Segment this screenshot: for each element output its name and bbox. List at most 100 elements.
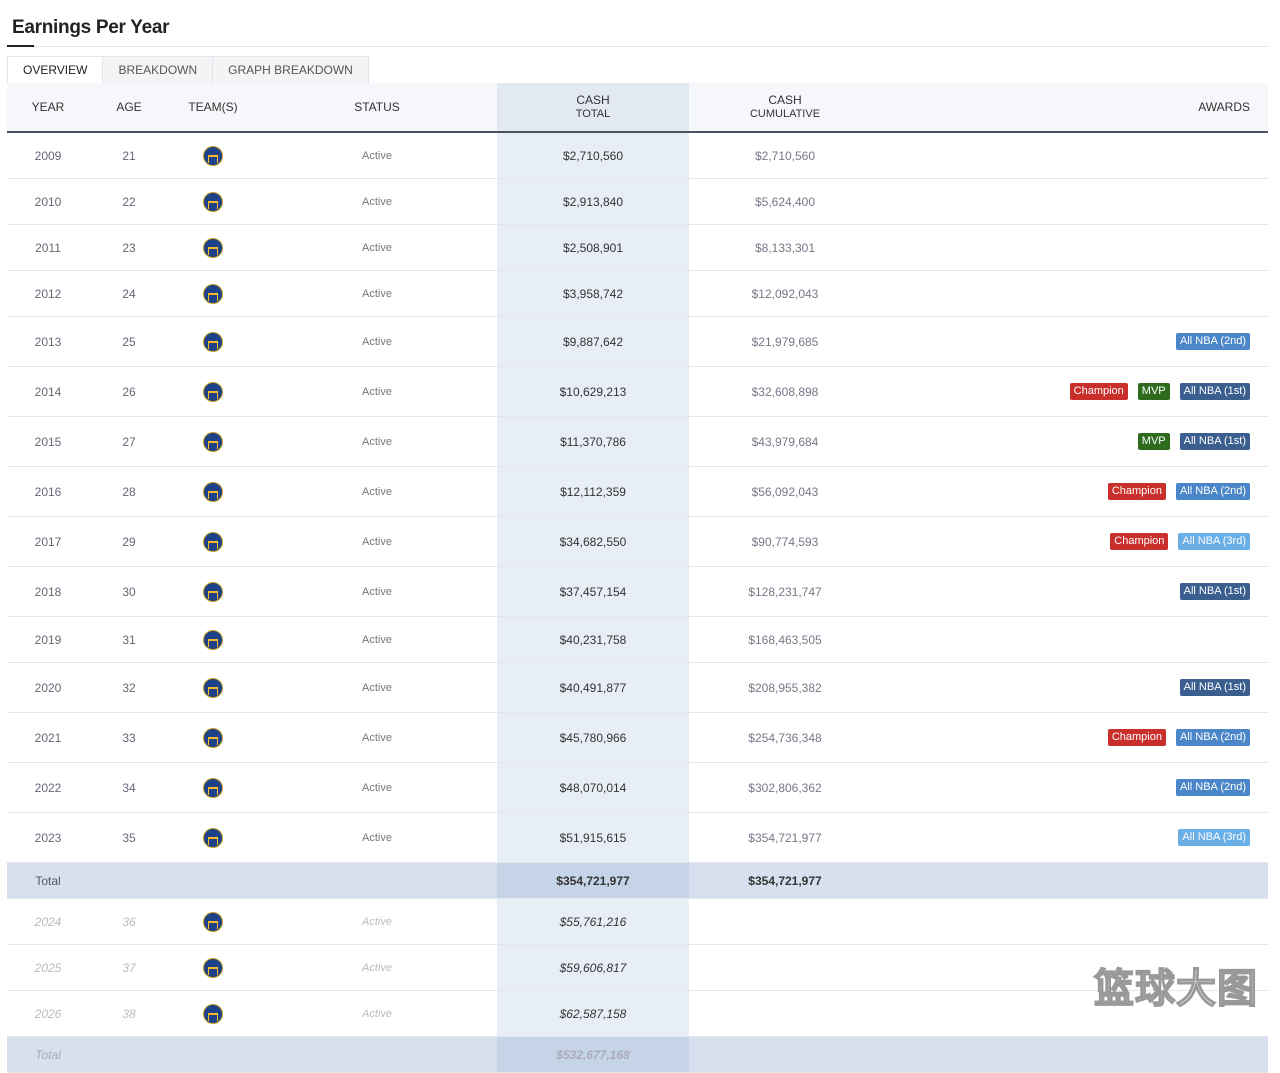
total-row: Total $354,721,977 $354,721,977 (7, 862, 1268, 899)
team-logo-icon[interactable] (203, 957, 223, 978)
team-cell (169, 566, 257, 617)
col-cash-cumulative[interactable]: CASH CUMULATIVE (689, 83, 881, 133)
award-badge: All NBA (1st) (1179, 383, 1250, 400)
team-logo-icon[interactable] (203, 677, 223, 698)
team-logo-icon[interactable] (203, 581, 223, 602)
year-cell: 2022 (7, 762, 89, 813)
award-badge: Champion (1107, 483, 1166, 500)
empty-cell (881, 1036, 1268, 1073)
year-cell: 2009 (7, 132, 89, 179)
table-row: 2016 28 Active $12,112,359 $56,092,043 Champi… (7, 466, 1268, 517)
team-logo-icon[interactable] (203, 431, 223, 452)
age-cell: 33 (89, 712, 169, 763)
cash-total-cell: $37,457,154 (497, 566, 689, 617)
status-cell: Active (257, 366, 497, 417)
year-cell: 2017 (7, 516, 89, 567)
awards-cell (881, 616, 1268, 663)
team-logo-icon[interactable] (203, 191, 223, 212)
table-row: 2015 27 Active $11,370,786 $43,979,684 MVP All… (7, 416, 1268, 467)
status-cell: Active (257, 812, 497, 863)
future-table-row: 2024 36 Active $55,761,216 (7, 898, 1268, 945)
tab-graph-breakdown[interactable]: GRAPH BREAKDOWN (212, 57, 368, 83)
cash-total-cell: $2,913,840 (497, 178, 689, 225)
title-divider (7, 46, 1268, 47)
age-cell: 32 (89, 662, 169, 713)
award-badge: Champion (1110, 533, 1169, 550)
team-logo-icon[interactable] (203, 629, 223, 650)
team-logo-icon[interactable] (203, 777, 223, 798)
team-cell (169, 466, 257, 517)
awards-cell: Champion MVP All NBA (1st) (881, 366, 1268, 417)
team-cell (169, 762, 257, 813)
award-badge: All NBA (2nd) (1175, 729, 1250, 746)
title-accent (7, 45, 34, 47)
cash-cumulative-cell: $354,721,977 (689, 812, 881, 863)
col-age[interactable]: AGE (89, 83, 169, 133)
team-logo-icon[interactable] (203, 237, 223, 258)
col-cash-total[interactable]: CASH TOTAL (497, 83, 689, 133)
age-cell: 23 (89, 224, 169, 271)
cash-cumulative-cell (689, 944, 881, 991)
status-cell: Active (257, 566, 497, 617)
team-logo-icon[interactable] (203, 727, 223, 748)
col-cash-cum-line1: CASH (768, 92, 802, 107)
award-badge: All NBA (1st) (1179, 679, 1250, 696)
tab-breakdown[interactable]: BREAKDOWN (102, 57, 212, 83)
table-row: 2012 24 Active $3,958,742 $12,092,043 (7, 270, 1268, 317)
age-cell: 36 (89, 898, 169, 945)
section-title: Earnings Per Year (12, 17, 170, 38)
team-logo-icon[interactable] (203, 381, 223, 402)
col-awards[interactable]: AWARDS (881, 83, 1268, 133)
awards-cell (881, 224, 1268, 271)
table-row: 2023 35 Active $51,915,615 $354,721,977 All N… (7, 812, 1268, 863)
table-row: 2019 31 Active $40,231,758 $168,463,505 (7, 616, 1268, 663)
view-tabs: OVERVIEW BREAKDOWN GRAPH BREAKDOWN (7, 56, 369, 84)
col-year[interactable]: YEAR (7, 83, 89, 133)
cash-total-cell: $62,587,158 (497, 990, 689, 1037)
team-logo-icon[interactable] (203, 283, 223, 304)
team-logo-icon[interactable] (203, 531, 223, 552)
team-logo-icon[interactable] (203, 145, 223, 166)
status-cell: Active (257, 466, 497, 517)
team-logo-icon[interactable] (203, 1003, 223, 1024)
year-cell: 2020 (7, 662, 89, 713)
col-cash-total-line2: TOTAL (575, 107, 611, 120)
age-cell: 26 (89, 366, 169, 417)
team-logo-icon[interactable] (203, 481, 223, 502)
cash-cumulative-cell: $128,231,747 (689, 566, 881, 617)
team-logo-icon[interactable] (203, 911, 223, 932)
cash-cumulative-cell: $5,624,400 (689, 178, 881, 225)
col-teams[interactable]: TEAM(S) (169, 83, 257, 133)
table-row: 2009 21 Active $2,710,560 $2,710,560 (7, 132, 1268, 179)
age-cell: 24 (89, 270, 169, 317)
cash-cumulative-cell: $8,133,301 (689, 224, 881, 271)
awards-cell: All NBA (2nd) (881, 316, 1268, 367)
table-row: 2018 30 Active $37,457,154 $128,231,747 All N… (7, 566, 1268, 617)
awards-cell: Champion All NBA (2nd) (881, 712, 1268, 763)
col-status[interactable]: STATUS (257, 83, 497, 133)
team-cell (169, 616, 257, 663)
cash-cumulative-cell: $168,463,505 (689, 616, 881, 663)
earnings-table: YEAR AGE TEAM(S) STATUS CASH TOTAL CASH CU… (7, 83, 1268, 1073)
tab-overview[interactable]: OVERVIEW (8, 57, 103, 83)
status-cell: Active (257, 662, 497, 713)
awards-cell: Champion All NBA (3rd) (881, 516, 1268, 567)
cash-total-cell: $40,491,877 (497, 662, 689, 713)
team-cell (169, 416, 257, 467)
award-badge: Champion (1069, 383, 1128, 400)
age-cell: 38 (89, 990, 169, 1037)
year-cell: 2013 (7, 316, 89, 367)
awards-cell: MVP All NBA (1st) (881, 416, 1268, 467)
team-logo-icon[interactable] (203, 827, 223, 848)
total-cash-cumulative: $354,721,977 (689, 862, 881, 899)
cash-total-cell: $2,710,560 (497, 132, 689, 179)
team-cell (169, 516, 257, 567)
team-logo-icon[interactable] (203, 331, 223, 352)
status-cell: Active (257, 616, 497, 663)
cash-cumulative-cell: $208,955,382 (689, 662, 881, 713)
status-cell: Active (257, 416, 497, 467)
team-cell (169, 990, 257, 1037)
cash-cumulative-cell: $302,806,362 (689, 762, 881, 813)
status-cell: Active (257, 224, 497, 271)
cash-total-cell: $10,629,213 (497, 366, 689, 417)
